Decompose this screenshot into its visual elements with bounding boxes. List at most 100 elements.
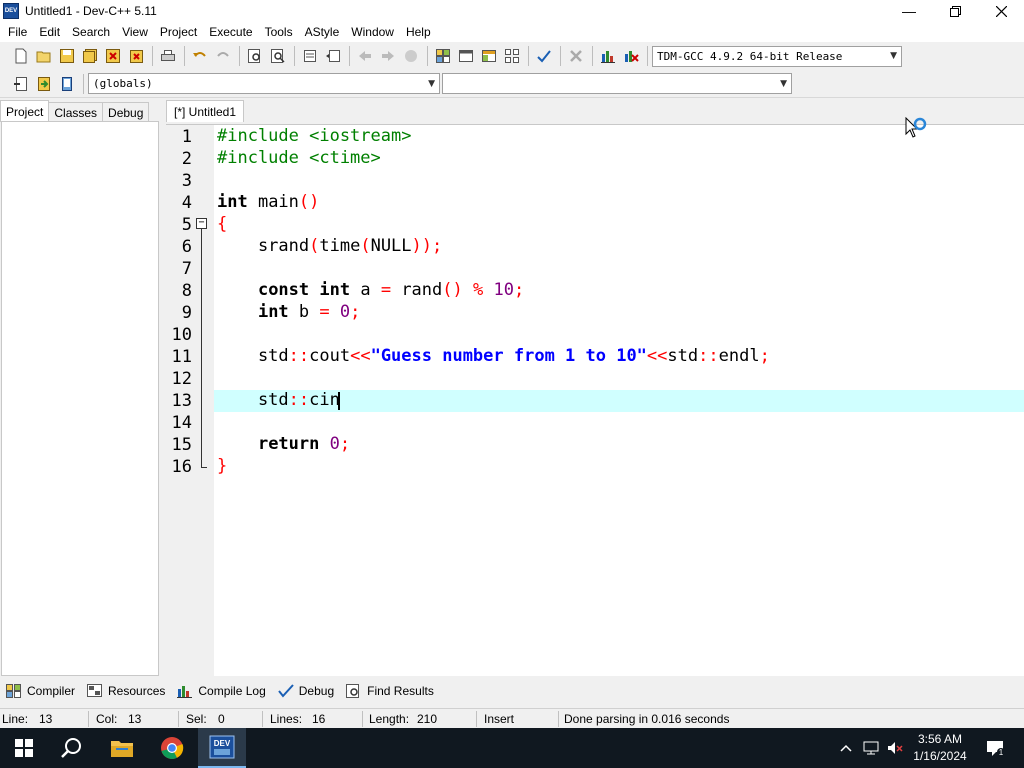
tab-find-results-label: Find Results <box>367 684 434 698</box>
tab-debug-label: Debug <box>298 684 335 698</box>
tile-button[interactable] <box>501 45 523 67</box>
taskbar-search-button[interactable] <box>48 728 96 768</box>
print-button[interactable] <box>157 45 179 67</box>
insert-button[interactable] <box>10 73 32 95</box>
menu-project[interactable]: Project <box>154 22 203 42</box>
tab-debug-output[interactable]: Debug <box>277 684 335 698</box>
dev-cpp-taskbar-button[interactable]: DEV <box>198 728 246 768</box>
tab-compiler-label: Compiler <box>27 684 76 698</box>
fold-toggle[interactable]: − <box>196 218 207 229</box>
tab-find-results[interactable]: Find Results <box>346 684 434 698</box>
indent-button[interactable] <box>299 45 321 67</box>
chart-button[interactable] <box>597 45 619 67</box>
menu-file[interactable]: File <box>2 22 33 42</box>
indent-icon <box>304 50 316 62</box>
bookmark-button[interactable] <box>400 45 422 67</box>
goto-next-button[interactable] <box>377 45 399 67</box>
save-all-button[interactable] <box>79 45 101 67</box>
left-panel-tabs: Project Classes Debug <box>0 100 160 122</box>
menu-search[interactable]: Search <box>66 22 116 42</box>
new-file-button[interactable] <box>10 45 32 67</box>
code-token: int <box>257 302 289 322</box>
chevron-up-icon <box>840 744 852 752</box>
code-token: :: <box>288 390 310 410</box>
close-file-button[interactable] <box>102 45 124 67</box>
toolbar-separator <box>528 46 529 66</box>
tab-debug[interactable]: Debug <box>102 102 150 122</box>
chrome-button[interactable] <box>148 728 196 768</box>
replace-icon <box>271 49 285 63</box>
stop-button[interactable] <box>565 45 587 67</box>
tab-compiler[interactable]: Compiler <box>6 684 75 698</box>
code-line: const int a = rand() % 10; <box>217 280 524 302</box>
tab-resources-label: Resources <box>108 684 166 698</box>
clock[interactable]: 3:56 AM 1/16/2024 <box>908 731 972 765</box>
code-token: return <box>257 434 320 454</box>
start-button[interactable] <box>0 728 48 768</box>
find-button[interactable] <box>244 45 266 67</box>
line-number: 11 <box>171 347 192 367</box>
code-editor[interactable]: 1 2 3 4 5 6 7 8 9 10 11 12 13 14 15 16 −… <box>166 124 1024 676</box>
compiler-icon <box>6 684 21 698</box>
class-browser-button[interactable] <box>432 45 454 67</box>
unindent-button[interactable] <box>322 45 344 67</box>
menu-tools[interactable]: Tools <box>259 22 299 42</box>
menu-astyle[interactable]: AStyle <box>299 22 346 42</box>
menu-view[interactable]: View <box>116 22 154 42</box>
toggle-button[interactable] <box>56 73 78 95</box>
minimize-button[interactable]: — <box>886 0 932 22</box>
status-separator <box>88 711 89 727</box>
tab-compile-log[interactable]: Compile Log <box>177 684 266 698</box>
syntax-check-button[interactable] <box>533 45 555 67</box>
tab-resources[interactable]: Resources <box>87 684 165 698</box>
code-token: :: <box>288 346 310 366</box>
menu-edit[interactable]: Edit <box>33 22 66 42</box>
grid-icon <box>436 49 450 63</box>
status-separator <box>476 711 477 727</box>
profile-button[interactable] <box>620 45 642 67</box>
notification-icon: 1 <box>987 741 1005 757</box>
close-window-button[interactable] <box>978 0 1024 22</box>
dev-cpp-icon: DEV <box>209 735 235 759</box>
file-explorer-button[interactable] <box>98 728 146 768</box>
line-number: 12 <box>171 369 192 389</box>
code-token: } <box>217 456 228 476</box>
show-hidden-icons-button[interactable] <box>836 728 856 768</box>
menu-execute[interactable]: Execute <box>203 22 258 42</box>
open-button[interactable] <box>33 45 55 67</box>
new-file-icon <box>15 48 27 64</box>
goto-declaration-button[interactable] <box>33 73 55 95</box>
title-bar: DEV Untitled1 - Dev-C++ 5.11 — <box>0 0 1024 22</box>
menu-help[interactable]: Help <box>400 22 437 42</box>
code-token: ; <box>350 302 361 322</box>
volume-button[interactable] <box>884 728 906 768</box>
layout-button[interactable] <box>478 45 500 67</box>
scope-select[interactable]: (globals) ▼ <box>88 73 440 94</box>
redo-button[interactable] <box>212 45 234 67</box>
window-button[interactable] <box>455 45 477 67</box>
undo-button[interactable] <box>189 45 211 67</box>
close-all-button[interactable] <box>125 45 147 67</box>
restore-button[interactable] <box>932 0 978 22</box>
status-sel-value: 0 <box>218 712 225 726</box>
save-button[interactable] <box>56 45 78 67</box>
chart-icon <box>601 51 615 63</box>
code-token: ( <box>360 236 371 256</box>
tab-untitled1[interactable]: [*] Untitled1 <box>166 100 245 122</box>
code-token: NULL <box>370 236 412 256</box>
tab-classes[interactable]: Classes <box>48 102 104 122</box>
project-pane[interactable] <box>1 121 159 676</box>
replace-button[interactable] <box>267 45 289 67</box>
network-button[interactable] <box>860 728 882 768</box>
goto-prev-button[interactable] <box>354 45 376 67</box>
code-line: std::cin <box>217 390 340 412</box>
tab-project[interactable]: Project <box>0 100 50 122</box>
notification-button[interactable]: 1 <box>980 728 1010 768</box>
code-token: << <box>646 346 668 366</box>
code-token: << <box>350 346 371 366</box>
member-select[interactable]: ▼ <box>442 73 792 94</box>
compiler-select[interactable]: TDM-GCC 4.9.2 64-bit Release ▼ <box>652 45 902 67</box>
menu-window[interactable]: Window <box>345 22 400 42</box>
code-line: { <box>217 214 227 236</box>
